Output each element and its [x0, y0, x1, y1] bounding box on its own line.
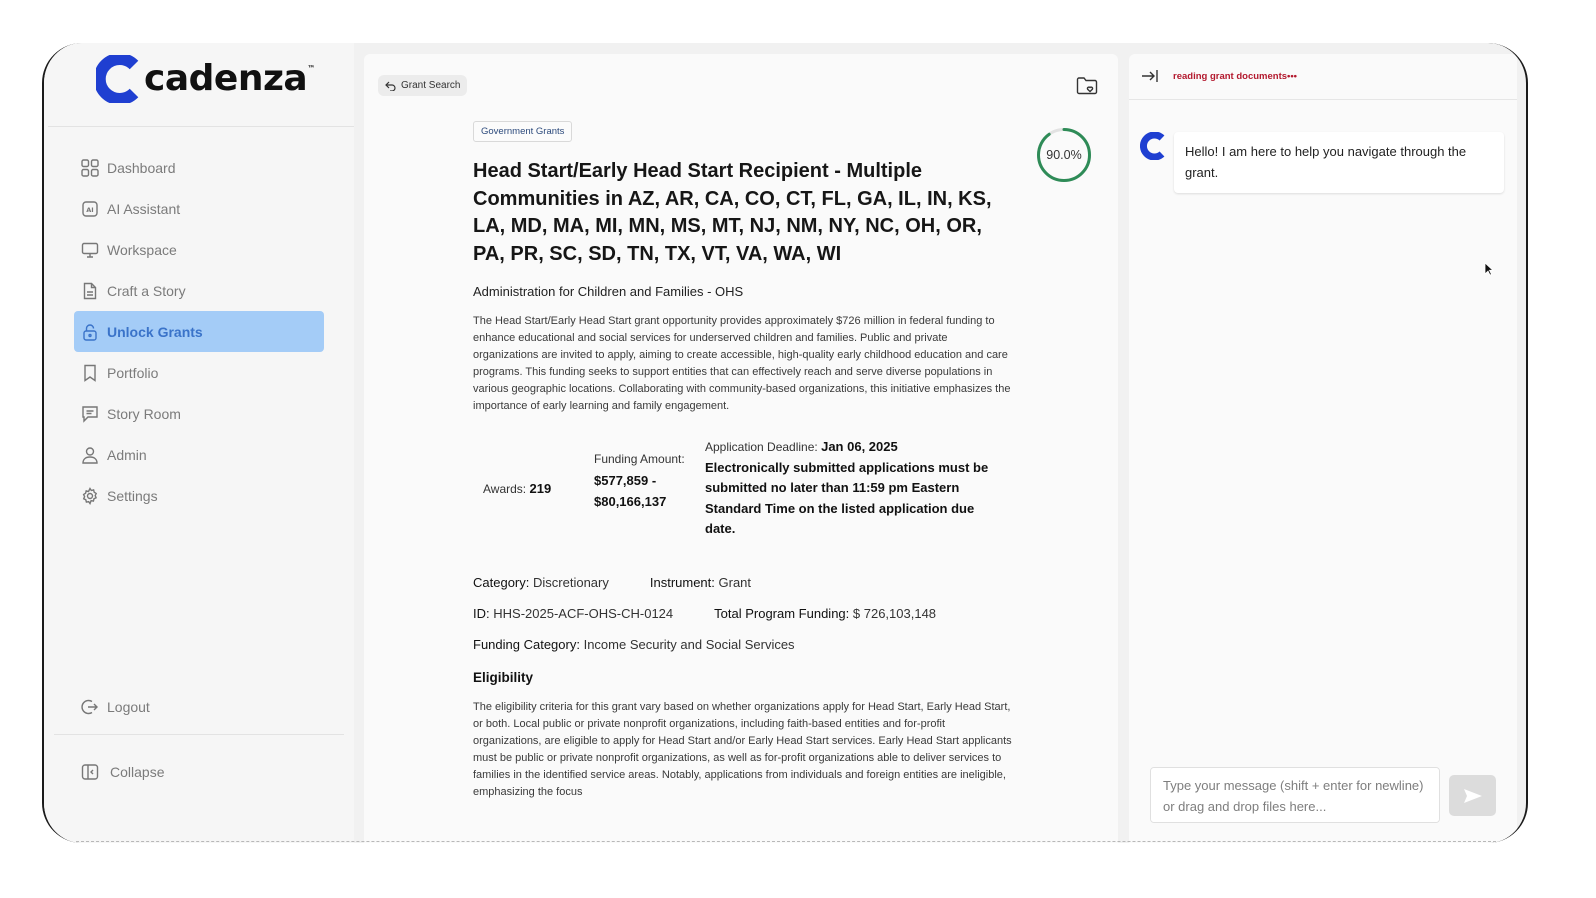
sidebar-item-label: Story Room: [107, 405, 181, 422]
grant-content: Government Grants Head Start/Early Head …: [473, 121, 1013, 801]
category-label: Category:: [473, 575, 530, 590]
monitor-icon: [80, 240, 100, 260]
sidebar-item-portfolio[interactable]: Portfolio: [74, 352, 324, 393]
eligibility-heading: Eligibility: [473, 670, 534, 685]
sidebar-item-unlock-grants[interactable]: Unlock Grants: [74, 311, 324, 352]
category-value: Discretionary: [533, 575, 609, 590]
sidebar-footer: Logout: [74, 686, 324, 727]
app-window: cadenza™ Dashboard AI AI Assistant Works…: [42, 43, 1528, 843]
document-icon: [80, 281, 100, 301]
cadenza-logo-icon: [96, 55, 139, 103]
funding-amount-value: $577,859 - $80,166,137: [594, 473, 667, 509]
deadline-label: Application Deadline:: [705, 440, 818, 454]
save-to-folder-icon[interactable]: [1076, 76, 1098, 101]
sidebar-collapse: Collapse: [74, 751, 324, 792]
sidebar-item-workspace[interactable]: Workspace: [74, 229, 324, 270]
funding-category-row: Funding Category: Income Security and So…: [473, 637, 1013, 652]
funding-category-label: Funding Category:: [473, 637, 580, 652]
deadline-note: Electronically submitted applications mu…: [705, 459, 989, 537]
logout-label: Logout: [107, 698, 150, 715]
ai-chip-icon: AI: [80, 199, 100, 219]
sidebar-item-label: Admin: [107, 446, 147, 463]
awards-stat: Awards: 219: [483, 481, 551, 496]
window-bottom-edge: [76, 841, 1496, 842]
chat-status-text: reading grant documents•••: [1173, 71, 1297, 82]
svg-text:AI: AI: [86, 206, 93, 214]
logout-icon: [80, 697, 100, 717]
sidebar-item-craft-a-story[interactable]: Craft a Story: [74, 270, 324, 311]
id-value: HHS-2025-ACF-OHS-CH-0124: [493, 606, 674, 621]
total-funding-label: Total Program Funding:: [714, 606, 850, 621]
sidebar-item-admin[interactable]: Admin: [74, 434, 324, 475]
id-row: ID: HHS-2025-ACF-OHS-CH-0124 Total Progr…: [473, 606, 1013, 621]
sidebar-item-story-room[interactable]: Story Room: [74, 393, 324, 434]
send-button[interactable]: [1449, 775, 1496, 816]
sidebar-item-ai-assistant[interactable]: AI AI Assistant: [74, 188, 324, 229]
id-label: ID:: [473, 606, 490, 621]
sidebar-item-label: AI Assistant: [107, 200, 181, 217]
assistant-avatar-icon: [1140, 131, 1168, 165]
deadline-stat: Application Deadline: Jan 06, 2025 Elect…: [705, 437, 1005, 540]
funding-amount-label: Funding Amount:: [594, 452, 685, 466]
collapse-label: Collapse: [110, 763, 165, 780]
grid-icon: [80, 158, 100, 178]
instrument-label: Instrument:: [649, 575, 715, 590]
brand-name: cadenza™: [144, 57, 315, 99]
gear-icon: [80, 486, 100, 506]
sidebar-item-label: Settings: [107, 487, 158, 504]
sidebar-item-label: Workspace: [107, 241, 177, 258]
back-arrow-icon: [385, 81, 396, 91]
brand-logo[interactable]: cadenza™: [96, 55, 315, 103]
collapse-button[interactable]: Collapse: [74, 751, 324, 792]
awards-label: Awards:: [483, 482, 527, 496]
sidebar: cadenza™ Dashboard AI AI Assistant Works…: [44, 43, 354, 843]
back-button-label: Grant Search: [401, 80, 461, 91]
logout-button[interactable]: Logout: [74, 686, 324, 727]
sidebar-toggle-icon: [80, 762, 100, 782]
mouse-cursor-icon: [1484, 262, 1495, 281]
assistant-message: Hello! I am here to help you navigate th…: [1174, 132, 1504, 193]
category-row: Category: Discretionary Instrument: Gran…: [473, 575, 1013, 590]
grant-description: The Head Start/Early Head Start grant op…: [473, 315, 1011, 412]
funding-amount-stat: Funding Amount: $577,859 - $80,166,137: [594, 451, 694, 512]
match-score-ring: 90.0%: [1036, 127, 1092, 183]
total-funding-value: $ 726,103,148: [852, 606, 937, 621]
unlock-icon: [80, 322, 100, 342]
sidebar-item-dashboard[interactable]: Dashboard: [74, 147, 324, 188]
funding-category-value: Income Security and Social Services: [583, 637, 795, 652]
match-score-value: 90.0%: [1046, 148, 1082, 162]
grant-type-tag[interactable]: Government Grants: [473, 121, 573, 142]
eligibility-text: The eligibility criteria for this grant …: [473, 701, 1012, 798]
deadline-value: Jan 06, 2025: [821, 439, 898, 454]
grant-stats: Awards: 219 Funding Amount: $577,859 - $…: [473, 439, 1013, 545]
sidebar-item-settings[interactable]: Settings: [74, 475, 324, 516]
sidebar-item-label: Craft a Story: [107, 282, 186, 299]
instrument-value: Grant: [718, 575, 752, 590]
awards-value: 219: [529, 481, 552, 496]
grant-title: Head Start/Early Head Start Recipient - …: [473, 160, 992, 265]
bookmark-icon: [80, 363, 100, 383]
close-panel-arrow-icon[interactable]: [1141, 69, 1159, 88]
back-to-grant-search-button[interactable]: Grant Search: [378, 75, 468, 96]
sidebar-footer-divider: [54, 734, 344, 735]
sidebar-nav: Dashboard AI AI Assistant Workspace Craf…: [74, 147, 324, 516]
sidebar-item-label: Portfolio: [107, 364, 159, 381]
sidebar-item-label: Dashboard: [107, 159, 176, 176]
chat-square-icon: [80, 404, 100, 424]
sidebar-divider: [48, 126, 354, 127]
sidebar-item-label: Unlock Grants: [107, 323, 203, 340]
user-icon: [80, 445, 100, 465]
send-icon: [1463, 788, 1482, 803]
grant-detail-panel: Grant Search 90.0% Government Grants Hea…: [364, 54, 1118, 843]
assistant-chat-panel: reading grant documents••• Hello! I am h…: [1129, 54, 1517, 843]
grant-agency: Administration for Children and Families…: [473, 284, 744, 299]
chat-header: reading grant documents•••: [1129, 54, 1517, 100]
chat-message-input[interactable]: [1150, 767, 1440, 823]
